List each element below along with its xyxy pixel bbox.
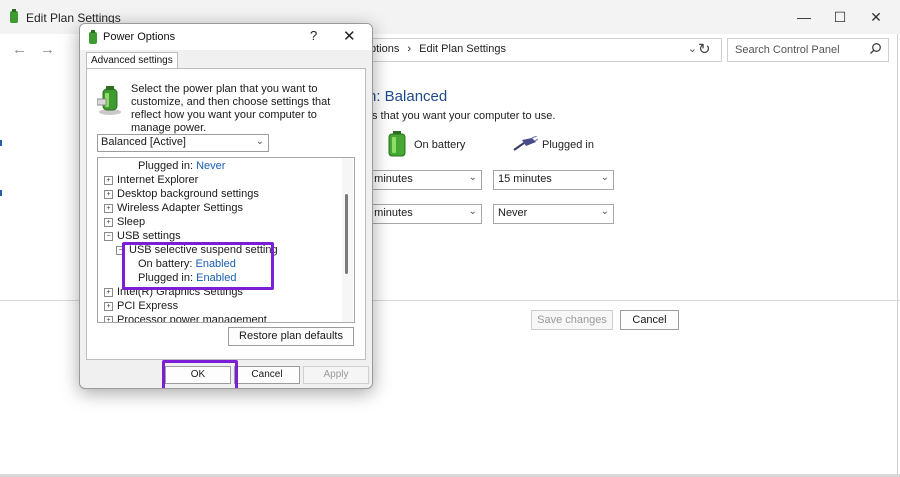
collapse-icon[interactable]: − <box>104 232 113 241</box>
window-border <box>897 34 898 474</box>
forward-arrow-icon[interactable]: → <box>40 41 55 58</box>
maximize-button[interactable]: ☐ <box>822 6 858 28</box>
tree-item-pci-express[interactable]: + PCI Express <box>104 300 178 313</box>
tree-item-label: Plugged in: <box>138 160 194 172</box>
help-icon[interactable]: ? <box>310 28 317 43</box>
cancel-button[interactable]: Cancel <box>234 366 300 384</box>
expand-icon[interactable]: + <box>104 288 113 297</box>
usb-setting-highlight <box>122 242 274 290</box>
tree-item-label: Processor power management <box>117 314 267 323</box>
tree-item-internet-explorer[interactable]: + Internet Explorer <box>104 174 198 187</box>
plugged-in-column-label: Plugged in <box>542 139 594 151</box>
tree-item-sleep-plugged-in[interactable]: Plugged in: Never <box>138 160 225 173</box>
expand-icon[interactable]: + <box>104 176 113 185</box>
chevron-down-icon: ⌄ <box>600 172 609 183</box>
plan-heading: n: Balanced <box>368 88 448 105</box>
on-battery-column-label: On battery <box>414 139 466 151</box>
apply-button[interactable]: Apply <box>303 366 369 384</box>
power-plan-select[interactable]: Balanced [Active] ⌄ <box>97 134 269 152</box>
tree-item-label: USB settings <box>117 230 181 242</box>
plug-icon <box>513 136 538 151</box>
power-options-icon <box>89 30 97 44</box>
expand-icon[interactable]: + <box>104 218 113 227</box>
sleep-plugged-select[interactable]: Never ⌄ <box>493 204 614 224</box>
breadcrumb: ptions › Edit Plan Settings <box>370 43 506 55</box>
power-options-dialog: Power Options ? ✕ Advanced settings Sele… <box>79 23 373 389</box>
chevron-down-icon[interactable]: ⌄ <box>688 42 697 55</box>
tree-item-value-link[interactable]: Never <box>196 160 225 172</box>
dialog-titlebar: Power Options ? ✕ <box>80 24 372 50</box>
battery-icon <box>388 131 406 157</box>
tree-item-label: Wireless Adapter Settings <box>117 202 243 214</box>
address-bar[interactable]: ptions › Edit Plan Settings ⌄ <box>352 38 722 62</box>
chevron-down-icon: ⌄ <box>600 206 609 217</box>
breadcrumb-separator: › <box>407 43 412 55</box>
settings-tree: Plugged in: Never + Internet Explorer + De… <box>97 157 355 323</box>
dialog-intro-text: Select the power plan that you want to c… <box>131 83 331 134</box>
back-arrow-icon[interactable]: ← <box>12 41 27 58</box>
close-window-button[interactable]: ✕ <box>858 6 894 28</box>
sleep-battery-select[interactable]: 5 minutes ⌄ <box>360 204 482 224</box>
battery-plan-icon <box>97 86 121 115</box>
expand-icon[interactable]: + <box>104 316 113 322</box>
restore-plan-defaults-button[interactable]: Restore plan defaults <box>228 327 354 346</box>
sleep-plugged-value: Never <box>498 207 528 219</box>
refresh-icon[interactable]: ↻ <box>698 40 711 58</box>
left-edge-mark <box>0 140 2 146</box>
tree-item-label: Internet Explorer <box>117 174 199 186</box>
display-off-battery-select[interactable]: 0 minutes ⌄ <box>360 170 482 190</box>
plan-subtitle: s that you want your computer to use. <box>372 110 556 122</box>
advanced-settings-panel: Select the power plan that you want to c… <box>86 68 366 360</box>
dialog-close-icon[interactable]: ✕ <box>343 27 356 45</box>
expand-icon[interactable]: + <box>104 204 113 213</box>
breadcrumb-edit-plan-settings[interactable]: Edit Plan Settings <box>419 43 506 55</box>
left-edge-mark <box>0 190 2 196</box>
scrollbar-thumb[interactable] <box>345 194 348 274</box>
power-options-icon <box>10 9 18 23</box>
search-icon[interactable] <box>869 42 882 55</box>
chevron-down-icon: ⌄ <box>468 172 477 183</box>
minimize-button[interactable]: — <box>786 6 822 28</box>
dialog-title: Power Options <box>103 31 176 43</box>
chevron-down-icon: ⌄ <box>468 206 477 217</box>
display-off-plugged-select[interactable]: 15 minutes ⌄ <box>493 170 614 190</box>
tree-scrollbar[interactable] <box>342 158 353 322</box>
power-plan-value: Balanced [Active] <box>101 136 186 148</box>
chevron-down-icon: ⌄ <box>255 136 264 147</box>
expand-icon[interactable]: + <box>104 190 113 199</box>
tree-item-label: PCI Express <box>117 300 179 312</box>
tree-item-sleep[interactable]: + Sleep <box>104 216 145 229</box>
tree-item-processor-power[interactable]: + Processor power management <box>104 314 267 323</box>
tree-item-label: Desktop background settings <box>117 188 259 200</box>
expand-icon[interactable]: + <box>104 302 113 311</box>
tree-item-desktop-background[interactable]: + Desktop background settings <box>104 188 259 201</box>
tab-advanced-settings[interactable]: Advanced settings <box>86 52 178 69</box>
display-off-plugged-value: 15 minutes <box>498 173 552 185</box>
ok-button-highlight <box>162 360 238 388</box>
cancel-plan-button[interactable]: Cancel <box>620 310 679 330</box>
tree-item-label: Sleep <box>117 216 146 228</box>
save-changes-button[interactable]: Save changes <box>531 310 613 330</box>
breadcrumb-power-options[interactable]: ptions <box>370 43 399 55</box>
search-box <box>727 38 889 62</box>
tree-item-wireless-adapter[interactable]: + Wireless Adapter Settings <box>104 202 243 215</box>
search-input[interactable] <box>733 41 867 59</box>
